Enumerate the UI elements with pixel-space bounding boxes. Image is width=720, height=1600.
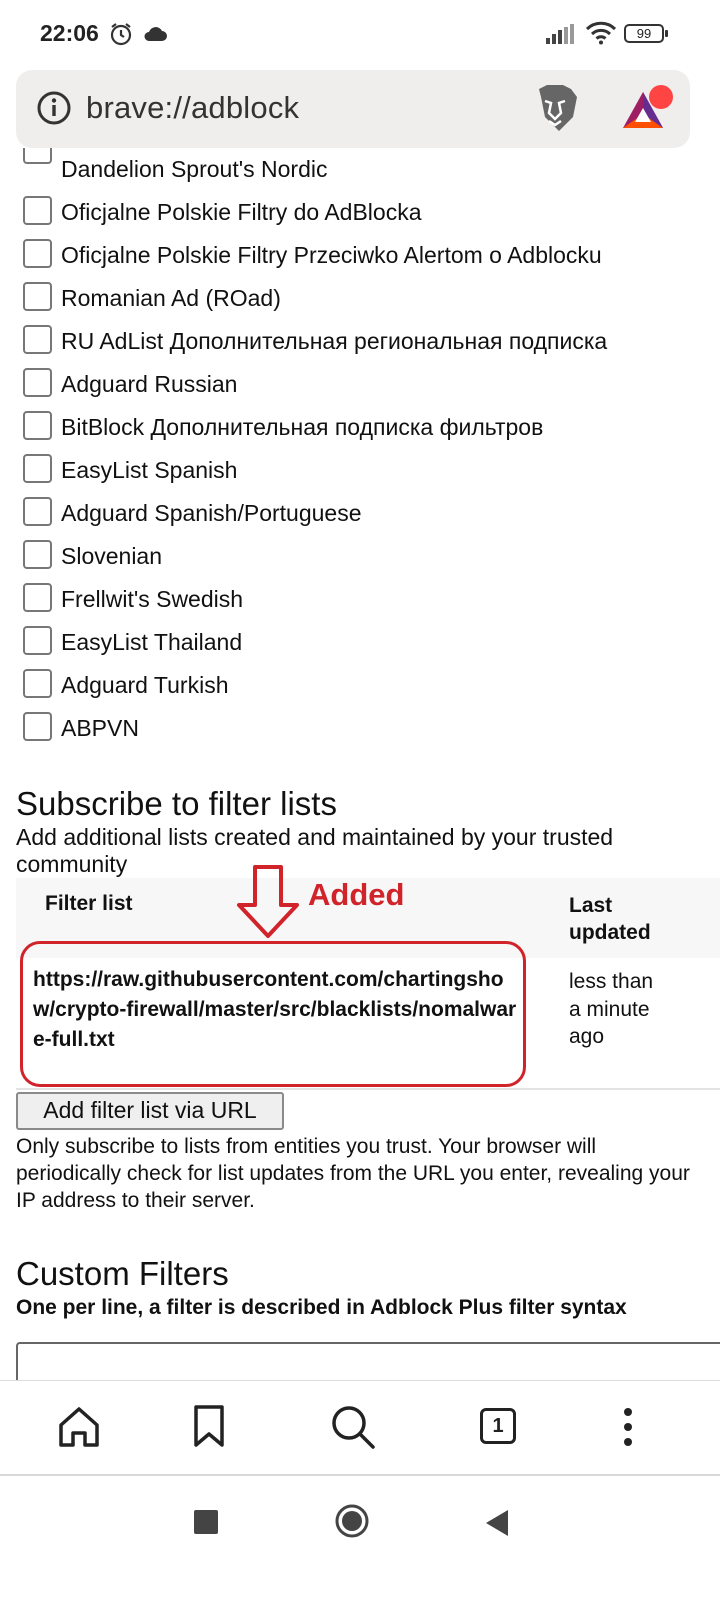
system-navigation-bar: [0, 1476, 720, 1600]
filter-list-label: EasyList Spanish: [61, 457, 238, 483]
filter-list-label: Slovenian: [61, 543, 163, 569]
filter-list-label: Adguard Russian: [61, 371, 238, 397]
page-content: Dandelion Sprout's Nordic Oficjalne Polsk…: [0, 148, 720, 1380]
home-icon[interactable]: [55, 1403, 103, 1451]
battery-indicator: 99: [624, 24, 668, 43]
cloud-icon: [142, 24, 168, 47]
back-triangle-icon[interactable]: [484, 1508, 510, 1543]
more-menu-icon[interactable]: [604, 1403, 652, 1451]
wifi-icon: [585, 21, 617, 50]
url-text[interactable]: brave://adblock: [86, 90, 299, 126]
status-time: 22:06: [40, 20, 99, 46]
last-updated-cell: less than a minute ago: [569, 970, 654, 1048]
trust-warning-text: Only subscribe to lists from entities yo…: [16, 1135, 690, 1212]
filter-checkbox[interactable]: [23, 282, 52, 311]
column-last-updated: Last updated: [569, 894, 651, 944]
filter-checkbox[interactable]: [23, 239, 52, 268]
filter-checkbox[interactable]: [23, 669, 52, 698]
search-icon[interactable]: [329, 1403, 377, 1451]
annotation-label: Added: [308, 877, 405, 912]
filter-checkbox[interactable]: [23, 454, 52, 483]
status-bar: 22:06 99: [0, 0, 720, 68]
filter-checkbox[interactable]: [23, 196, 52, 225]
table-row-divider: [16, 1088, 720, 1090]
browser-toolbar: 1: [0, 1380, 720, 1475]
custom-filters-description: One per line, a filter is described in A…: [16, 1296, 627, 1319]
filter-checkbox[interactable]: [23, 626, 52, 655]
info-icon[interactable]: [37, 91, 71, 125]
annotation-down-arrow-icon: [235, 864, 301, 945]
bookmark-icon[interactable]: [186, 1403, 234, 1451]
signal-icon: [546, 24, 576, 49]
recents-square-icon[interactable]: [194, 1510, 218, 1539]
custom-filters-heading: Custom Filters: [16, 1255, 229, 1292]
filter-checkbox[interactable]: [23, 540, 52, 569]
alarm-icon: [108, 21, 134, 52]
filter-list-label: ABPVN: [61, 715, 139, 741]
brave-rewards-icon[interactable]: [619, 82, 675, 139]
filter-list-label: Dandelion Sprout's Nordic: [61, 156, 328, 182]
filter-list-label: Adguard Turkish: [61, 672, 229, 698]
filter-list-label: Adguard Spanish/Portuguese: [61, 500, 362, 526]
tab-count: 1: [480, 1408, 516, 1444]
tabs-button[interactable]: 1: [477, 1403, 525, 1451]
filter-checkbox[interactable]: [23, 497, 52, 526]
custom-filters-textarea[interactable]: [16, 1342, 720, 1380]
filter-list-label: EasyList Thailand: [61, 629, 243, 655]
subscribe-description: Add additional lists created and maintai…: [16, 824, 614, 877]
annotation-highlight-box: [20, 941, 526, 1087]
filter-list-label: Frellwit's Swedish: [61, 586, 244, 612]
filter-list-label: Romanian Ad (ROad): [61, 285, 281, 311]
filter-checkbox[interactable]: [23, 368, 52, 397]
home-circle-icon[interactable]: [334, 1503, 370, 1544]
filter-checkbox[interactable]: [23, 583, 52, 612]
filter-list-label: Oficjalne Polskie Filtry Przeciwko Alert…: [61, 242, 602, 268]
brave-shields-icon[interactable]: [531, 83, 579, 140]
filter-list-label: BitBlock Дополнительная подписка фильтро…: [61, 414, 544, 440]
filter-checkbox[interactable]: [23, 411, 52, 440]
filter-checkbox[interactable]: [23, 712, 52, 741]
filter-checkbox[interactable]: [23, 325, 52, 354]
add-filter-list-button[interactable]: Add filter list via URL: [16, 1092, 284, 1130]
filter-checkbox[interactable]: [23, 148, 52, 164]
column-filter-list: Filter list: [45, 892, 133, 915]
address-bar[interactable]: brave://adblock: [16, 70, 690, 148]
subscribe-heading: Subscribe to filter lists: [16, 785, 337, 822]
filter-list-label: RU AdList Дополнительная региональная по…: [61, 328, 608, 354]
filter-list-label: Oficjalne Polskie Filtry do AdBlocka: [61, 199, 422, 225]
